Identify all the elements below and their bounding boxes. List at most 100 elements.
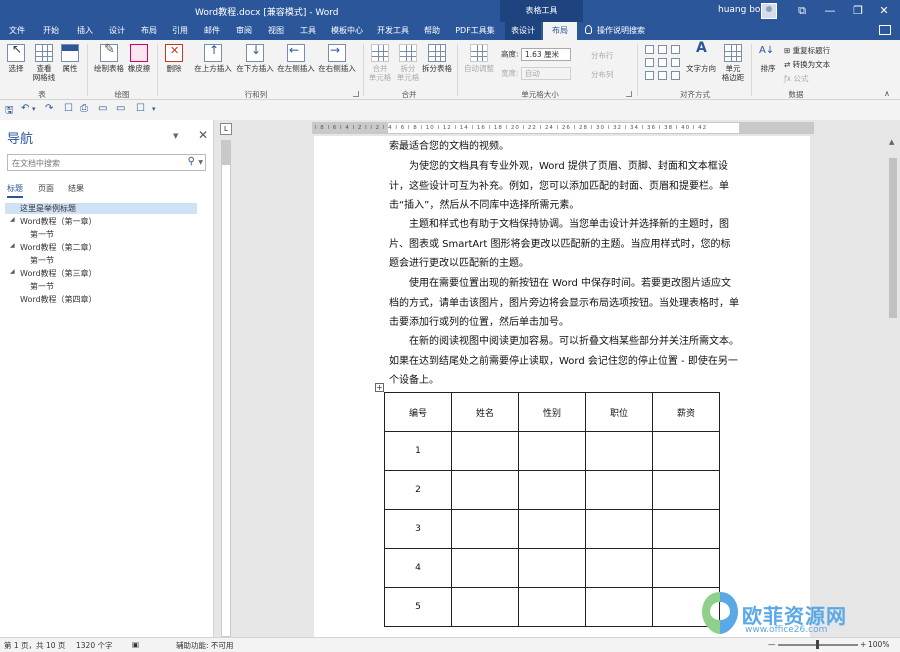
tab-references[interactable]: 引用 [167,22,193,40]
align-top-center-button[interactable] [658,45,667,54]
body-paragraph[interactable]: 索最适合您的文档的视频。 [389,137,739,157]
row-height-field[interactable]: 高度: 1.63 厘米 [501,48,571,61]
table-header-cell[interactable]: 编号 [384,392,452,432]
table-header-cell[interactable]: 职位 [585,392,653,432]
table-cell[interactable]: 2 [384,470,452,510]
qat-extra-icon[interactable]: ▭ [116,103,125,114]
heading-item[interactable]: 第一节 [30,281,54,292]
align-top-left-button[interactable] [645,45,654,54]
split-cells-button[interactable]: 拆分 单元格 [394,44,422,82]
zoom-slider-thumb[interactable] [816,640,819,649]
align-bottom-center-button[interactable] [658,71,667,80]
table-cell[interactable] [451,470,519,510]
document-page[interactable]: 索最适合您的文档的视频。 为使您的文档具有专业外观，Word 提供了页眉、页脚、… [314,136,810,637]
redo-icon[interactable]: ↷ [45,103,53,114]
body-paragraph[interactable]: 在新的阅读视图中阅读更加容易。可以折叠文档某些部分并关注所需文本。如果在达到结尾… [389,332,739,391]
body-paragraph[interactable]: 主题和样式也有助于文档保持协调。当您单击设计并选择新的主题时，图片、图表或 Sm… [389,215,739,274]
search-icon[interactable]: ⚲ [188,156,195,167]
tab-review[interactable]: 审阅 [231,22,257,40]
share-icon[interactable] [879,25,891,35]
qat-extra-icon[interactable]: ☐ [136,103,145,114]
table-cell[interactable]: 5 [384,587,452,627]
avatar[interactable] [761,3,777,19]
table-header-cell[interactable]: 薪资 [652,392,720,432]
insert-right-button[interactable]: 在右侧插入 [317,44,357,73]
text-direction-button[interactable]: 文字方向 [684,44,718,73]
rows-columns-dialog-launcher[interactable] [353,91,359,97]
tab-insert[interactable]: 插入 [72,22,98,40]
vertical-scrollbar[interactable]: ▲ [886,136,900,637]
delete-button[interactable]: 删除 [161,44,187,73]
width-input[interactable]: 自动 [520,67,571,80]
column-width-field[interactable]: 宽度: 自动 [501,67,571,80]
heading-item[interactable]: 第一节 [30,229,54,240]
page-count[interactable]: 第 1 页，共 10 页 [4,640,65,651]
collapse-icon[interactable]: ◢ [10,216,15,223]
account-name[interactable]: huang bo [718,5,760,15]
table-cell[interactable] [652,548,720,588]
collapse-icon[interactable]: ◢ [10,268,15,275]
tab-design[interactable]: 设计 [104,22,130,40]
zoom-in-button[interactable]: + [860,640,866,649]
minimize-button[interactable]: — [818,0,842,22]
table-cell[interactable] [652,470,720,510]
properties-button[interactable]: 属性 [59,44,81,73]
customize-qat-icon[interactable]: ▾ [152,105,156,113]
close-icon[interactable]: ✕ [198,128,208,142]
draw-table-button[interactable]: 绘制表格 [92,44,126,73]
table-cell[interactable] [585,470,653,510]
tab-pages[interactable]: 页面 [38,183,54,194]
qat-extra-icon[interactable]: ☐ [64,103,73,114]
align-middle-left-button[interactable] [645,58,654,67]
select-button[interactable]: 选择 [4,44,28,73]
cell-size-dialog-launcher[interactable] [626,91,632,97]
insert-below-button[interactable]: 在下方插入 [235,44,275,73]
ribbon-display-options-icon[interactable]: ⧉ [790,0,814,22]
tab-tools[interactable]: 工具 [295,22,321,40]
table-cell[interactable] [585,548,653,588]
eraser-button[interactable]: 橡皮擦 [126,44,152,73]
tab-results[interactable]: 结果 [68,183,84,194]
table-cell[interactable] [518,509,586,549]
distribute-rows-button[interactable]: 分布行 [591,50,614,61]
heading-item[interactable]: ◢ Word教程（第三章） [10,268,97,279]
table-cell[interactable] [518,470,586,510]
tab-mailings[interactable]: 邮件 [199,22,225,40]
restore-button[interactable]: ❐ [846,0,870,22]
align-middle-right-button[interactable] [671,58,680,67]
table-cell[interactable]: 4 [384,548,452,588]
insert-above-button[interactable]: 在上方插入 [193,44,233,73]
table-cell[interactable] [518,548,586,588]
table-cell[interactable] [585,509,653,549]
save-icon[interactable]: 🖫 [5,103,14,120]
insert-left-button[interactable]: 在左侧插入 [276,44,316,73]
undo-icon[interactable]: ↶ [21,103,29,114]
table-cell[interactable] [451,548,519,588]
table-cell[interactable] [451,431,519,471]
scrollbar-thumb[interactable] [889,158,897,318]
table-cell[interactable] [518,587,586,627]
align-bottom-right-button[interactable] [671,71,680,80]
tab-developer[interactable]: 开发工具 [373,22,413,40]
heading-item[interactable]: ◢ Word教程（第二章） [10,242,97,253]
heading-item[interactable]: ◢ Word教程（第一章） [10,216,97,227]
table-cell[interactable] [652,509,720,549]
convert-to-text-button[interactable]: ⇄ 转换为文本 [784,59,830,70]
sort-button[interactable]: 排序 [756,44,780,73]
distribute-columns-button[interactable]: 分布列 [591,69,614,80]
body-paragraph[interactable]: 使用在需要位置出现的新按钮在 Word 中保存时间。若要更改图片适应文档的方式，… [389,274,739,333]
tab-view[interactable]: 视图 [263,22,289,40]
table-cell[interactable] [451,587,519,627]
table-cell[interactable] [652,431,720,471]
heading-item[interactable]: 这里是举例标题 [5,203,197,214]
tab-help[interactable]: 帮助 [419,22,445,40]
tab-pdf-tools[interactable]: PDF工具集 [451,22,499,40]
proofing-icon[interactable]: ▣ [132,640,139,649]
table-move-handle[interactable]: + [375,383,384,392]
tab-selector[interactable]: L [220,123,232,135]
table-cell[interactable]: 3 [384,509,452,549]
tab-file[interactable]: 文件 [4,22,30,40]
height-input[interactable]: 1.63 厘米 [520,48,571,61]
cell-margins-button[interactable]: 单元 格边距 [720,44,746,82]
tab-table-layout[interactable]: 布局 [543,22,577,40]
